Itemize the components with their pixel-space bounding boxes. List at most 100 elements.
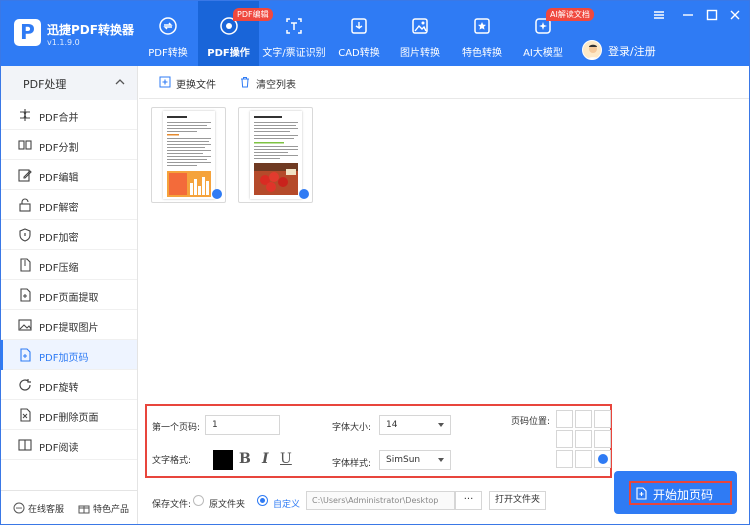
sidebar-item-add-page-number[interactable]: PDF加页码 <box>1 340 137 370</box>
first-page-number-input[interactable]: 1 <box>205 415 280 435</box>
sidebar-item-label: PDF提取图片 <box>39 323 99 334</box>
sidebar-header[interactable]: PDF处理 <box>1 66 137 100</box>
online-service-label: 在线客服 <box>28 505 65 515</box>
file-thumbnail[interactable] <box>238 107 313 203</box>
italic-button[interactable]: I <box>262 451 269 467</box>
add-file-icon <box>159 76 171 88</box>
page-number-position-grid <box>556 410 611 469</box>
maximize-icon[interactable] <box>705 8 719 22</box>
text-format-label: 文字格式: <box>152 456 192 466</box>
position-bottom-left[interactable] <box>556 450 573 468</box>
position-middle-right[interactable] <box>594 430 611 448</box>
sidebar-item-label: PDF解密 <box>39 203 79 214</box>
chevron-up-icon[interactable] <box>115 78 125 86</box>
start-add-page-number-button[interactable]: 开始加页码 <box>614 471 737 514</box>
position-middle-left[interactable] <box>556 430 573 448</box>
position-top-left[interactable] <box>556 410 573 428</box>
minimize-icon[interactable] <box>681 8 695 22</box>
caret-down-icon <box>438 458 444 462</box>
position-top-right[interactable] <box>594 410 611 428</box>
close-icon[interactable] <box>728 8 742 22</box>
cad-icon <box>351 18 367 34</box>
sidebar-item-read[interactable]: PDF阅读 <box>1 430 137 460</box>
badge-ai-doc: AI解读文档 <box>546 8 594 21</box>
position-label: 页码位置: <box>511 417 551 427</box>
nav-label: 图片转换 <box>400 48 440 59</box>
nav-label: 文字/票证识别 <box>262 48 326 59</box>
nav-label: PDF操作 <box>207 48 250 59</box>
sidebar-item-encrypt[interactable]: PDF加密 <box>1 220 137 250</box>
nav-label: 特色转换 <box>462 48 502 59</box>
sidebar-footer: 在线客服 特色产品 <box>1 490 137 524</box>
unlock-icon <box>19 198 31 212</box>
pdf-convert-icon <box>159 17 177 35</box>
document-preview-image <box>254 116 298 195</box>
font-size-select[interactable]: 14 <box>379 415 451 435</box>
nav-cad[interactable]: CAD转换 <box>334 1 384 66</box>
image-icon <box>412 18 428 34</box>
font-size-value: 14 <box>386 420 398 430</box>
sidebar-item-rotate[interactable]: PDF旋转 <box>1 370 137 400</box>
nav-label: PDF转换 <box>148 48 188 59</box>
sidebar-title: PDF处理 <box>23 78 67 91</box>
sidebar-item-split[interactable]: PDF分割 <box>1 130 137 160</box>
page-preview <box>250 111 302 199</box>
gift-icon <box>78 505 90 514</box>
position-bottom-right[interactable] <box>594 450 611 468</box>
login-register-link[interactable]: 登录/注册 <box>608 43 656 59</box>
open-folder-button[interactable]: 打开文件夹 <box>489 491 546 510</box>
sidebar-item-delete-page[interactable]: PDF删除页面 <box>1 400 137 430</box>
bold-button[interactable]: B <box>239 451 251 467</box>
text-color-swatch[interactable] <box>213 450 233 470</box>
sidebar-item-label: PDF合并 <box>39 113 79 124</box>
menu-icon[interactable] <box>652 8 666 22</box>
file-thumbnail[interactable] <box>151 107 226 203</box>
sidebar-item-decrypt[interactable]: PDF解密 <box>1 190 137 220</box>
compress-icon <box>20 258 31 272</box>
logo-letter: P <box>20 20 35 44</box>
trash-icon <box>241 77 249 88</box>
position-bottom-center[interactable] <box>575 450 592 468</box>
browse-button[interactable]: ··· <box>455 491 482 510</box>
selected-indicator <box>212 189 222 199</box>
book-icon <box>18 439 32 451</box>
nav-ocr[interactable]: 文字/票证识别 <box>260 1 328 66</box>
sidebar-item-image-extract[interactable]: PDF提取图片 <box>1 310 137 340</box>
nav-label: AI大模型 <box>523 48 563 59</box>
sidebar-item-label: PDF删除页面 <box>39 413 99 424</box>
sidebar-item-edit[interactable]: PDF编辑 <box>1 160 137 190</box>
sidebar-item-label: PDF编辑 <box>39 173 79 184</box>
chat-icon <box>13 502 25 514</box>
edit-icon <box>18 169 32 182</box>
ocr-icon <box>286 18 302 34</box>
nav-special[interactable]: 特色转换 <box>456 1 508 66</box>
page-number-icon <box>20 348 31 362</box>
radio-source-folder[interactable] <box>193 495 204 506</box>
font-style-select[interactable]: SimSun <box>379 450 451 470</box>
page-number-settings-panel: 第一个页码: 1 字体大小: 14 文字格式: B I U 字体样式: SimS… <box>145 404 612 478</box>
nav-pdf-convert[interactable]: PDF转换 <box>139 1 197 66</box>
sidebar-item-page-extract[interactable]: PDF页面提取 <box>1 280 137 310</box>
avatar[interactable] <box>582 40 602 60</box>
start-button-label: 开始加页码 <box>653 488 714 502</box>
sidebar-item-label: PDF加密 <box>39 233 79 244</box>
special-icon <box>474 18 490 34</box>
top-bar: P 迅捷PDF转换器 v1.1.9.0 PDF转换 PDF操作 PDF编辑 文字… <box>1 1 749 66</box>
position-middle-center[interactable] <box>575 430 592 448</box>
position-top-center[interactable] <box>575 410 592 428</box>
radio-custom-folder[interactable] <box>257 495 268 506</box>
nav-image-convert[interactable]: 图片转换 <box>394 1 446 66</box>
sidebar-item-label: PDF旋转 <box>39 383 79 394</box>
save-path-input[interactable]: C:\Users\Administrator\Desktop <box>306 491 455 510</box>
underline-button[interactable]: U <box>280 451 292 467</box>
sidebar-item-label: PDF加页码 <box>39 353 89 364</box>
nav-label: CAD转换 <box>338 48 380 59</box>
sidebar-item-label: PDF阅读 <box>39 443 79 454</box>
sidebar-item-merge[interactable]: PDF合并 <box>1 100 137 130</box>
clear-list-label: 清空列表 <box>256 80 296 91</box>
save-file-label: 保存文件: <box>152 500 192 510</box>
caret-down-icon <box>438 423 444 427</box>
shield-icon <box>19 228 31 242</box>
selected-indicator <box>299 189 309 199</box>
sidebar-item-compress[interactable]: PDF压缩 <box>1 250 137 280</box>
